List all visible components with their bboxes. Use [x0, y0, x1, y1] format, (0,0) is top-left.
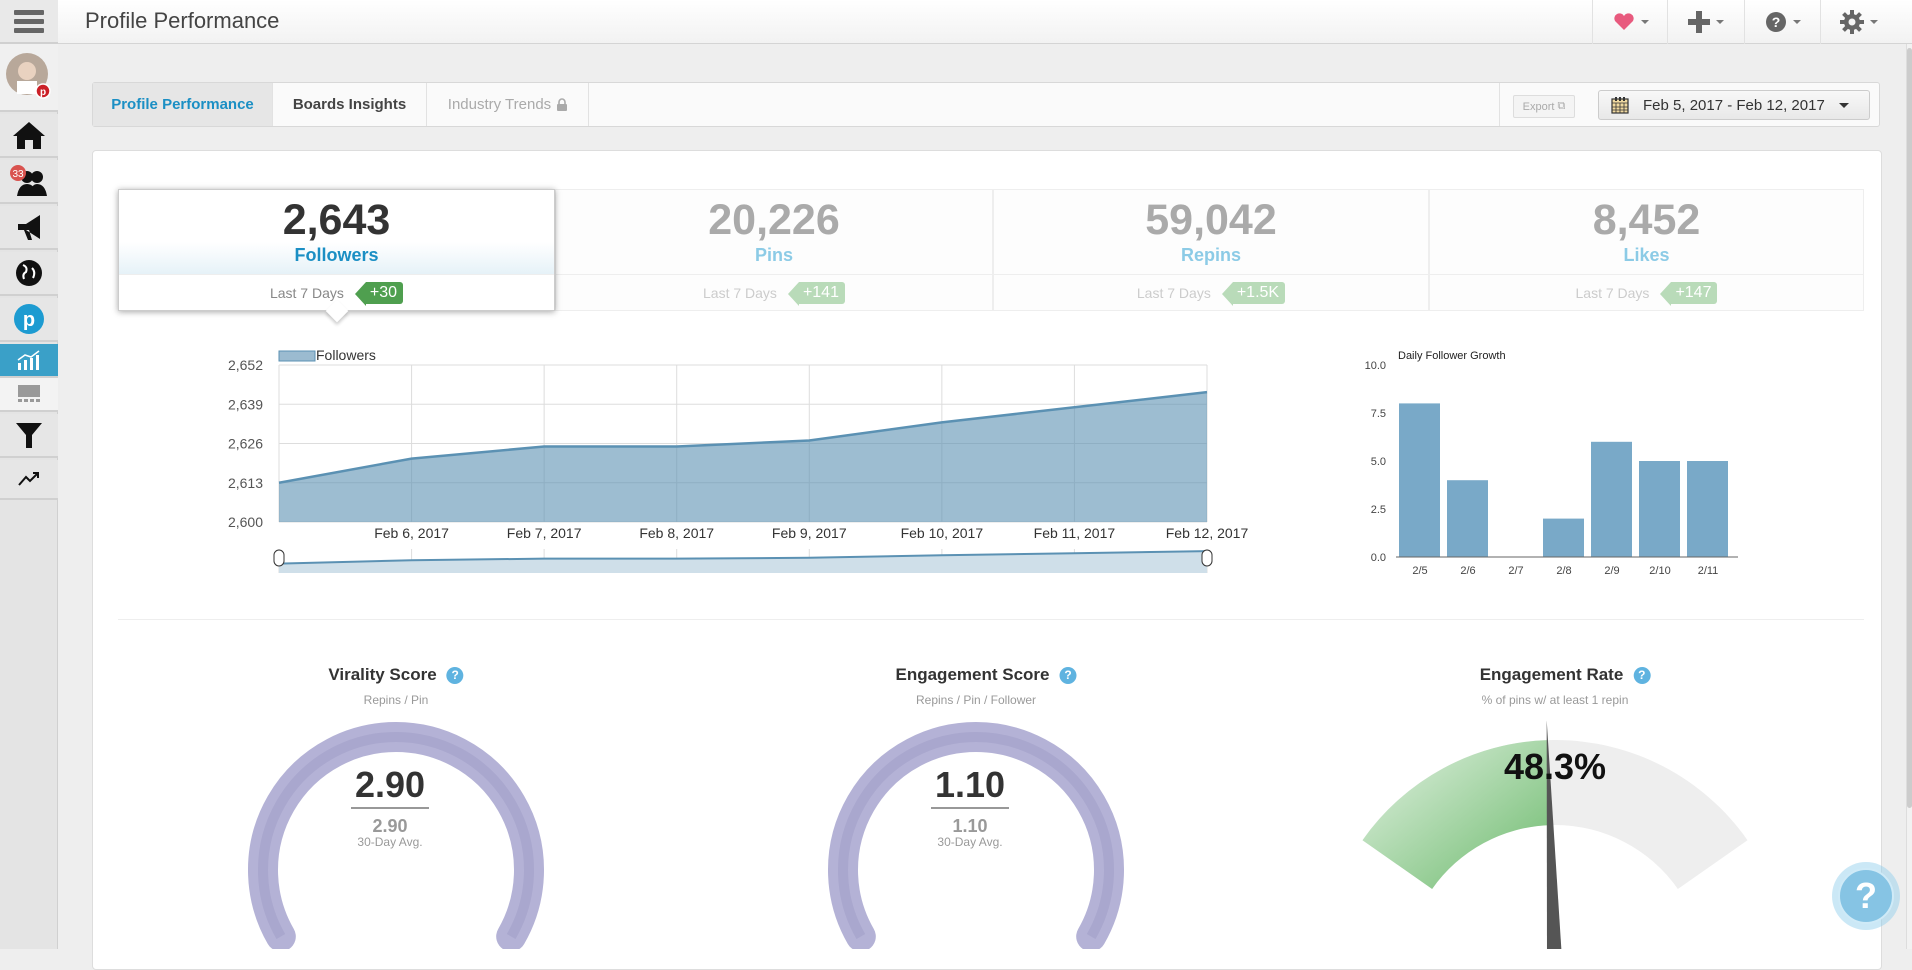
gauge-title: Virality Score [328, 665, 437, 684]
help-icon[interactable]: ? [1633, 667, 1651, 685]
rate-value: 48.3% [1504, 746, 1606, 787]
x-tick-label: Feb 6, 2017 [374, 525, 449, 541]
legend-label: Followers [316, 347, 376, 363]
navigator-area [279, 551, 1207, 573]
engagement-rate-title: Engagement Rate? [1480, 665, 1651, 685]
help-fab[interactable]: ? [1832, 862, 1900, 930]
stat-change-badge: +30 [354, 282, 404, 306]
help-icon[interactable]: ? [446, 667, 464, 685]
x-tick-label: Feb 12, 2017 [1166, 525, 1249, 541]
x-tick-label: Feb 9, 2017 [772, 525, 847, 541]
score-average: 2.90 [372, 816, 407, 836]
score-average-label: 30-Day Avg. [937, 835, 1002, 849]
x-tick-label: 2/11 [1698, 565, 1719, 577]
help-icon[interactable]: ? [1059, 667, 1077, 685]
x-tick-label: 2/5 [1412, 565, 1427, 577]
followers-area-chart: 2,652 2,639 2,626 2,613 2,600 Feb 6, 2017 Feb … [228, 347, 1249, 573]
navigator-handle [273, 549, 285, 567]
gauge-subtitle: Repins / Pin / Follower [915, 693, 1037, 707]
stat-label: Followers [294, 245, 379, 265]
gauge-title: Engagement Score [895, 665, 1050, 684]
stat-value: 2,643 [282, 196, 391, 244]
y-tick-label: 2,626 [228, 436, 263, 452]
x-tick-label: Feb 11, 2017 [1034, 525, 1116, 541]
legend-swatch [278, 350, 316, 362]
stat-period: Last 7 Days [269, 285, 344, 301]
score-average-label: 30-Day Avg. [357, 835, 422, 849]
x-tick-label: Feb 8, 2017 [639, 525, 714, 541]
y-tick-label: 10.0 [1365, 360, 1386, 372]
navigator-handle [1201, 549, 1213, 567]
gauge-subtitle: Repins / Pin [363, 693, 429, 707]
section-divider [118, 619, 1864, 620]
daily-follower-growth-chart: Daily Follower Growth 10.0 7.5 5.0 2.5 0.0 2/5… [1365, 350, 1738, 577]
x-tick-label: 2/7 [1508, 565, 1523, 577]
x-tick-label: 2/8 [1556, 565, 1571, 577]
engagement-score-title: Engagement Score? [896, 665, 1077, 685]
gauges: 2.902.9030-Day Avg.1.101.1030-Day Avg.48… [248, 720, 1748, 949]
y-tick-label: 0.0 [1371, 552, 1386, 564]
y-tick-label: 2,600 [228, 514, 263, 530]
scrollbar-thumb[interactable] [1907, 48, 1912, 808]
y-tick-label: 2.5 [1371, 504, 1386, 516]
scrollbar[interactable] [1906, 44, 1912, 949]
score-value: 2.90 [355, 764, 425, 805]
bar [1687, 461, 1728, 557]
x-tick-label: Feb 7, 2017 [507, 525, 582, 541]
y-tick-label: 7.5 [1371, 408, 1386, 420]
y-tick-label: 2,652 [228, 357, 263, 373]
x-tick-label: 2/10 [1649, 565, 1670, 577]
chart-title: Daily Follower Growth [1398, 350, 1506, 362]
gauge-title: Engagement Rate [1479, 665, 1624, 684]
gauge-subtitle: % of pins w/ at least 1 repin [1481, 693, 1629, 707]
x-tick-label: 2/6 [1460, 565, 1475, 577]
x-tick-label: 2/9 [1604, 565, 1619, 577]
y-tick-label: 2,639 [228, 396, 263, 412]
y-tick-label: 5.0 [1371, 456, 1386, 468]
x-tick-label: Feb 10, 2017 [901, 525, 984, 541]
bar [1399, 403, 1440, 557]
score-value: 1.10 [935, 764, 1005, 805]
bar [1543, 518, 1584, 557]
bar [1591, 441, 1632, 557]
stat-followers[interactable]: 2,643 Followers Last 7 Days +30 [118, 189, 555, 323]
score-average: 1.10 [952, 816, 987, 836]
bar [1639, 461, 1680, 557]
help-fab-icon: ? [1838, 868, 1894, 924]
charts-layer: 2,652 2,639 2,626 2,613 2,600 Feb 6, 2017 Feb … [228, 347, 1748, 949]
y-tick-label: 2,613 [228, 475, 263, 491]
virality-score-title: Virality Score? [328, 665, 464, 685]
bar [1447, 480, 1488, 557]
